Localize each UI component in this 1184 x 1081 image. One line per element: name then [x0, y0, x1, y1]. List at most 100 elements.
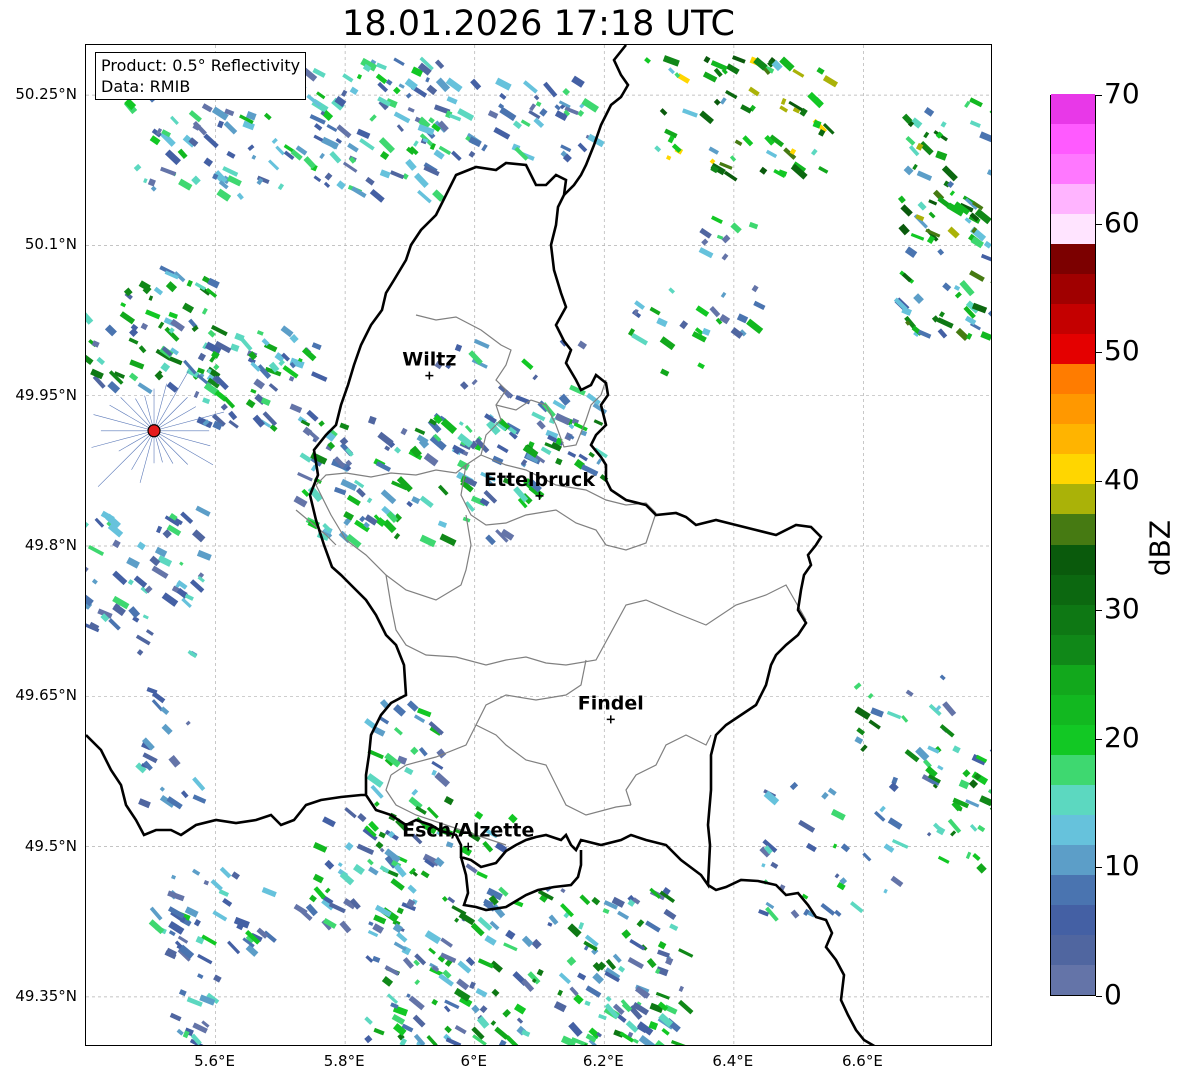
echo-cell: [168, 930, 176, 937]
echo-cell: [699, 227, 712, 239]
echo-cell: [323, 181, 331, 188]
echo-cell: [357, 813, 367, 823]
echo-cell: [822, 75, 839, 88]
echo-cell: [428, 117, 435, 124]
echo-cell: [533, 94, 540, 101]
echo-cell: [557, 989, 563, 997]
colorbar-tick-mark: [1096, 95, 1102, 96]
echo-cell: [990, 277, 991, 286]
echo-cell: [662, 55, 680, 67]
echo-cell: [369, 188, 385, 203]
echo-cell: [426, 806, 439, 819]
echo-cell: [151, 565, 169, 579]
echo-cell: [86, 350, 94, 365]
echo-cell: [682, 108, 698, 118]
echo-cell: [625, 1020, 639, 1033]
echo-cell: [398, 83, 405, 89]
echo-cell: [874, 810, 886, 822]
echo-cell: [377, 81, 389, 93]
echo-cell: [396, 907, 404, 915]
echo-cell: [779, 56, 795, 72]
echo-cell: [201, 103, 213, 113]
echo-cell: [602, 908, 610, 914]
echo-cell: [169, 356, 183, 366]
echo-cell: [479, 1005, 488, 1014]
echo-cell: [792, 68, 805, 78]
echo-cell: [959, 280, 975, 297]
echo-cell: [135, 634, 151, 646]
echo-cell: [942, 701, 957, 717]
echo-cell: [177, 148, 188, 160]
echo-cell: [578, 922, 585, 930]
echo-cell: [821, 791, 829, 800]
echo-cell: [532, 374, 539, 381]
latitude-tick-label: 50.25°N: [15, 85, 77, 104]
echo-cell: [301, 347, 317, 362]
echo-cell: [725, 63, 740, 75]
echo-cell: [901, 714, 909, 723]
echo-cell: [413, 714, 426, 724]
echo-cell: [830, 808, 846, 821]
colorbar-tick-label: 20: [1104, 720, 1140, 754]
colorbar-tick-label: 40: [1104, 463, 1140, 497]
echo-cell: [414, 172, 429, 188]
colorbar-segment: [1051, 904, 1095, 935]
echo-cell: [512, 120, 523, 130]
echo-cell: [986, 169, 991, 178]
city-label: Findel: [578, 692, 644, 714]
colorbar-tick-label: 10: [1104, 849, 1140, 883]
longitude-tick-label: 6°E: [460, 1052, 487, 1070]
echo-cell: [969, 97, 983, 108]
echo-cell: [157, 321, 165, 329]
echo-cell: [730, 222, 742, 234]
echo-cell: [883, 888, 888, 894]
echo-cell: [318, 420, 325, 427]
echo-cell: [256, 330, 264, 336]
echo-cell: [366, 497, 373, 504]
city-marker: [425, 371, 434, 380]
echo-cell: [245, 398, 256, 409]
echo-cell: [149, 555, 161, 567]
map-canvas: Wiltz Ettelbruck Findel Esch/Alzette: [86, 45, 991, 1045]
radar-ray: [153, 430, 211, 447]
echo-cell: [440, 937, 453, 948]
echo-cell: [900, 204, 913, 217]
echo-cell: [515, 394, 531, 405]
echo-cell: [188, 110, 202, 123]
echo-cell: [176, 1028, 184, 1036]
echo-cell: [870, 707, 884, 718]
echo-cell: [306, 409, 319, 422]
radar-map[interactable]: Wiltz Ettelbruck Findel Esch/Alzette: [85, 44, 992, 1046]
echo-cell: [128, 606, 141, 619]
echo-cell: [703, 56, 711, 64]
echo-cell: [391, 1013, 406, 1025]
echo-cell: [989, 748, 991, 761]
echo-cell: [86, 521, 90, 529]
echo-cell: [337, 862, 343, 867]
echo-cell: [364, 1016, 373, 1025]
echo-cell: [289, 403, 303, 414]
echo-cell: [655, 991, 670, 1000]
colorbar-segment: [1051, 303, 1095, 335]
echo-cell: [987, 788, 991, 796]
echo-cell: [390, 878, 405, 891]
echo-cell: [138, 798, 151, 809]
echo-cell: [465, 956, 476, 967]
echo-cell: [942, 282, 952, 292]
echo-cell: [191, 175, 201, 186]
colorbar-segment: [1051, 634, 1095, 665]
echo-cell: [528, 109, 541, 120]
echo-cell: [903, 165, 914, 176]
echo-cell: [748, 221, 759, 230]
echo-cell: [193, 390, 200, 399]
echo-cell: [407, 107, 415, 113]
echo-cell: [280, 325, 294, 338]
colorbar-segment: [1051, 724, 1095, 755]
echo-cell: [201, 307, 208, 315]
echo-cell: [443, 796, 454, 806]
echo-cell: [879, 805, 886, 813]
echo-cell: [384, 965, 400, 976]
echo-cell: [434, 59, 445, 70]
echo-cell: [953, 285, 961, 291]
longitude-tick-label: 5.6°E: [194, 1052, 235, 1070]
